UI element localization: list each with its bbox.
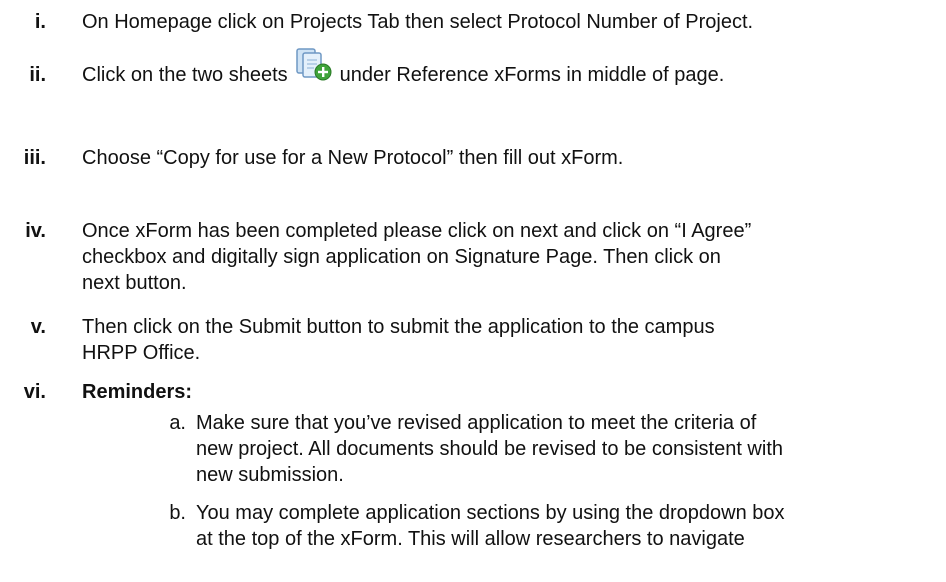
reminder-marker: a. [169, 412, 186, 434]
reminder-text: You may complete application sections by… [196, 500, 942, 552]
step-marker: v. [30, 316, 46, 338]
step-line: Choose “Copy for use for a New Protocol”… [82, 147, 624, 169]
step-text: Once xForm has been completed please cli… [82, 218, 942, 296]
reminder-line: new submission. [196, 464, 344, 486]
step-marker: i. [34, 11, 46, 33]
step-text: Choose “Copy for use for a New Protocol”… [82, 145, 942, 171]
step-line: Once xForm has been completed please cli… [82, 220, 752, 242]
reminder-line: new project. All documents should be rev… [196, 438, 783, 460]
step-text: Click on the two sheets under Reference … [82, 48, 942, 88]
step-line: checkbox and digitally sign application … [82, 246, 721, 268]
step-marker: iv. [25, 220, 46, 242]
step-marker: vi. [23, 381, 46, 403]
reminder-line: at the top of the xForm. This will allow… [196, 528, 745, 550]
reminder-line: Make sure that you’ve revised applicatio… [196, 412, 757, 434]
reminder-marker: b. [169, 502, 186, 524]
reminder-line: You may complete application sections by… [196, 502, 785, 524]
step-text: On Homepage click on Projects Tab then s… [82, 9, 942, 35]
step-line: next button. [82, 272, 187, 294]
step-marker: ii. [29, 64, 46, 86]
step-text-after-icon: under Reference xForms in middle of page… [339, 64, 725, 86]
two-sheets-add-icon [294, 48, 334, 82]
step-marker: iii. [23, 147, 46, 169]
step-text-before-icon: Click on the two sheets [82, 64, 288, 86]
reminder-text: Make sure that you’ve revised applicatio… [196, 410, 942, 488]
instruction-document: i. On Homepage click on Projects Tab the… [0, 0, 946, 582]
reminders-heading: Reminders: [82, 381, 193, 403]
step-line: On Homepage click on Projects Tab then s… [82, 11, 754, 33]
step-line: Then click on the Submit button to submi… [82, 316, 715, 338]
step-line: HRPP Office. [82, 342, 201, 364]
step-text: Then click on the Submit button to submi… [82, 314, 942, 366]
